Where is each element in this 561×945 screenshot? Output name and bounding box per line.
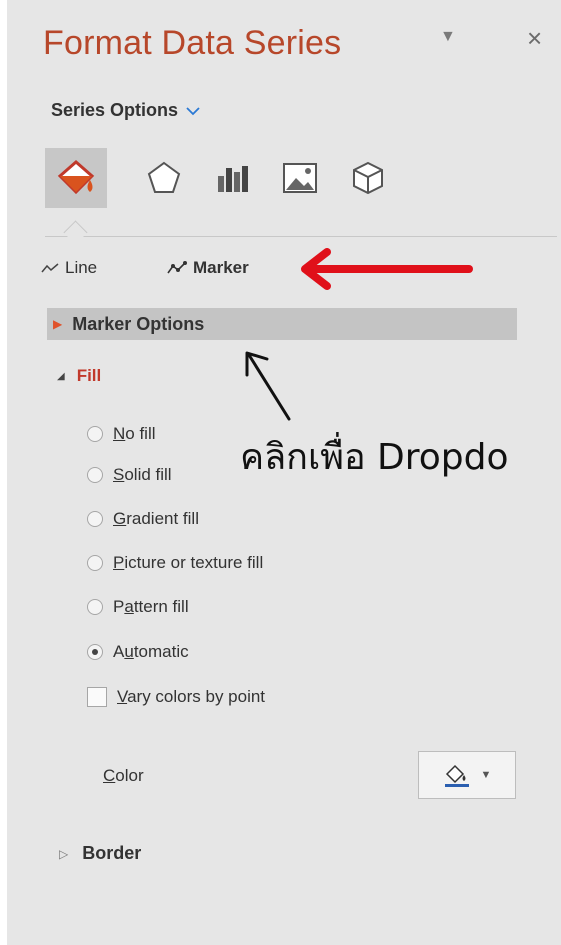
red-annotation-arrow xyxy=(301,248,473,290)
radio-label: No fill xyxy=(113,424,156,443)
expand-arrow-icon: ▶ xyxy=(53,317,63,331)
color-label: Color xyxy=(103,766,144,785)
color-picker-button[interactable]: ▼ xyxy=(418,751,516,799)
subtab-line[interactable]: Line xyxy=(41,258,97,278)
chevron-down-icon xyxy=(186,106,200,115)
radio-circle xyxy=(87,555,103,571)
radio-label: Gradient fill xyxy=(113,509,199,528)
line-icon xyxy=(41,263,59,273)
collapse-arrow-icon: ◢ xyxy=(57,370,65,382)
series-options-label: Series Options xyxy=(51,100,179,120)
radio-gradient-fill[interactable]: Gradient fill xyxy=(87,509,199,529)
radio-solid-fill[interactable]: Solid fill xyxy=(87,465,172,485)
border-section-label: Border xyxy=(82,843,142,863)
tab-fill-line[interactable] xyxy=(45,148,107,208)
radio-circle-selected xyxy=(87,644,103,660)
marker-options-section[interactable]: ▶ Marker Options xyxy=(47,308,517,340)
picture-icon xyxy=(283,163,317,193)
paint-bucket-icon xyxy=(444,764,469,787)
tab-3d-format[interactable] xyxy=(337,148,399,208)
marker-line-icon xyxy=(167,261,187,274)
black-annotation-arrow xyxy=(245,351,291,421)
border-section-header[interactable]: ▷ Border xyxy=(59,843,141,864)
close-button[interactable]: × xyxy=(527,24,542,52)
pane-options-dropdown[interactable]: ▼ xyxy=(440,28,456,46)
radio-label: Automatic xyxy=(113,642,189,661)
radio-picture-texture-fill[interactable]: Picture or texture fill xyxy=(87,553,263,573)
fill-section-label: Fill xyxy=(76,366,102,385)
radio-no-fill[interactable]: No fill xyxy=(87,424,156,444)
subtab-marker-label: Marker xyxy=(193,258,249,277)
annotation-text: คลิกเพื่อ Dropdo xyxy=(240,437,509,478)
checkbox-box xyxy=(87,687,107,707)
radio-circle xyxy=(87,599,103,615)
tab-pointer xyxy=(63,220,88,245)
pane-title: Format Data Series xyxy=(43,24,342,62)
tab-effects[interactable] xyxy=(133,148,195,208)
radio-label: Pattern fill xyxy=(113,597,189,616)
tab-divider xyxy=(45,236,557,237)
subtab-line-label: Line xyxy=(65,258,98,277)
checkbox-label: Vary colors by point xyxy=(117,687,266,706)
subtab-marker[interactable]: Marker xyxy=(167,258,249,278)
expand-arrow-icon: ▷ xyxy=(59,846,69,861)
series-options-dropdown[interactable]: Series Options xyxy=(51,100,200,121)
radio-automatic[interactable]: Automatic xyxy=(87,642,189,662)
fill-section-header[interactable]: ◢ Fill xyxy=(57,366,101,386)
tab-series-options[interactable] xyxy=(201,148,263,208)
pentagon-effects-icon xyxy=(147,161,181,193)
radio-circle xyxy=(87,426,103,442)
radio-pattern-fill[interactable]: Pattern fill xyxy=(87,597,189,617)
marker-options-label: Marker Options xyxy=(72,313,205,334)
cube-3d-icon xyxy=(353,161,383,195)
fill-bucket-icon xyxy=(57,160,95,195)
bar-chart-icon xyxy=(218,166,248,192)
radio-circle xyxy=(87,511,103,527)
radio-circle xyxy=(87,467,103,483)
vary-colors-checkbox[interactable]: Vary colors by point xyxy=(87,687,265,707)
tab-picture[interactable] xyxy=(269,148,331,208)
radio-label: Solid fill xyxy=(113,465,172,484)
radio-label: Picture or texture fill xyxy=(113,553,264,572)
chevron-down-icon: ▼ xyxy=(480,769,492,781)
